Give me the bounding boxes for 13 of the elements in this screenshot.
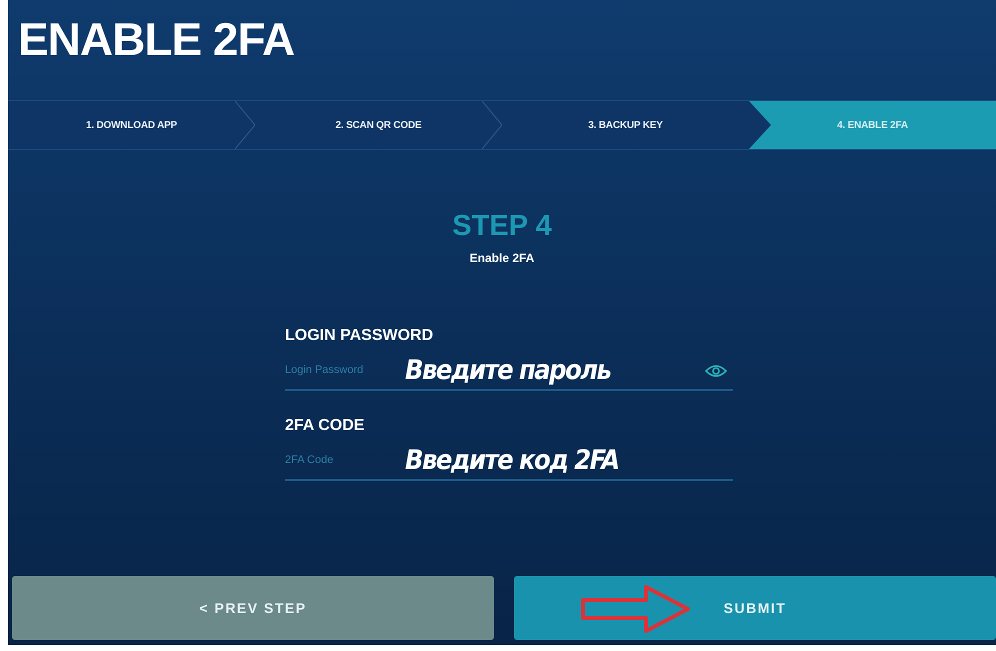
- step-tab[interactable]: 1. DOWNLOAD APP: [8, 101, 255, 149]
- step-tab[interactable]: 3. BACKUP KEY: [502, 101, 749, 149]
- field-label: 2FA CODE: [285, 417, 364, 435]
- step-tab[interactable]: 2. SCAN QR CODE: [255, 101, 502, 149]
- annotation-text: Введите пароль: [405, 355, 610, 386]
- step-heading: STEP 4: [452, 210, 552, 243]
- annotation-text: Введите код 2FA: [405, 445, 619, 476]
- chevron-divider: [482, 101, 502, 149]
- chevron-divider: [235, 101, 255, 149]
- step-subtitle: Enable 2FA: [470, 251, 534, 265]
- eye-icon[interactable]: [705, 364, 727, 378]
- page-title: ENABLE 2FA: [17, 12, 296, 67]
- field-label: LOGIN PASSWORD: [285, 327, 434, 345]
